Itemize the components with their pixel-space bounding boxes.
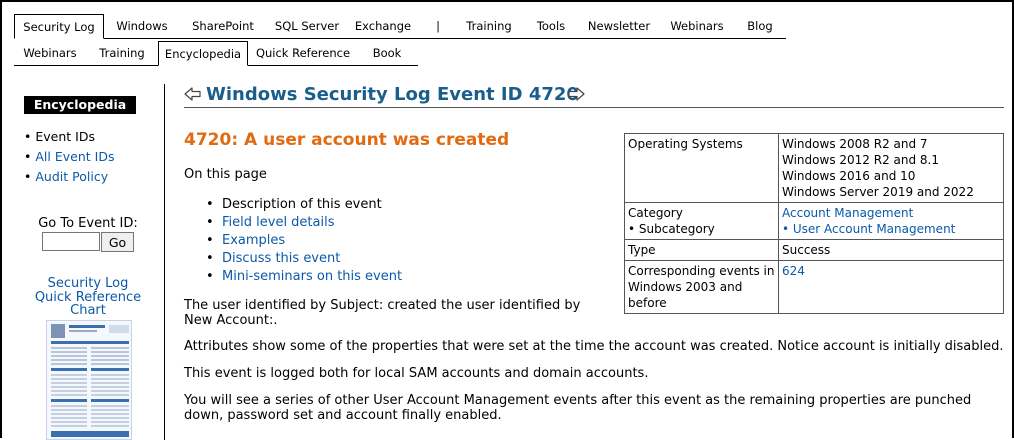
- tab-training[interactable]: Training: [458, 14, 520, 39]
- audit-policy-link[interactable]: Audit Policy: [35, 169, 108, 184]
- sidebar-item-event-ids: Event IDs: [24, 127, 114, 147]
- toc-item-label: Description of this event: [222, 197, 382, 212]
- tab-training-secondary[interactable]: Training: [86, 41, 158, 66]
- corresponding-events-cell: 624: [778, 260, 1004, 314]
- discuss-event-link[interactable]: Discuss this event: [222, 251, 340, 266]
- event-624-link[interactable]: 624: [782, 264, 805, 278]
- tab-quick-reference[interactable]: Quick Reference: [248, 41, 358, 66]
- tab-sql-server[interactable]: SQL Server: [266, 14, 348, 39]
- encyclopedia-badge: Encyclopedia: [24, 96, 136, 114]
- tab-windows[interactable]: Windows: [104, 14, 180, 39]
- page-frame: Security Log Windows SharePoint SQL Serv…: [0, 0, 1014, 440]
- toc-item-mini-seminars[interactable]: Mini-seminars on this event: [208, 268, 402, 286]
- tab-sharepoint[interactable]: SharePoint: [180, 14, 266, 39]
- chart-thumbnail-graphic: [47, 321, 131, 439]
- category-values: Account Management • User Account Manage…: [778, 202, 1004, 240]
- goto-event-label: Go To Event ID:: [38, 216, 138, 231]
- os-value: Windows Server 2019 and 2022: [782, 185, 974, 199]
- all-event-ids-link[interactable]: All Event IDs: [35, 149, 114, 164]
- tab-blog[interactable]: Blog: [738, 14, 782, 39]
- tab-newsletter[interactable]: Newsletter: [582, 14, 656, 39]
- os-value: Windows 2008 R2 and 7: [782, 137, 928, 151]
- tab-webinars[interactable]: Webinars: [656, 14, 738, 39]
- sidebar-item-all-event-ids[interactable]: All Event IDs: [24, 147, 114, 167]
- toc-item-field-details[interactable]: Field level details: [208, 214, 402, 232]
- description-paragraph: The user identified by Subject: created …: [184, 298, 581, 328]
- attributes-paragraph: Attributes show some of the properties t…: [184, 339, 1004, 354]
- corresponding-events-label: Corresponding events in Windows 2003 and…: [624, 260, 779, 314]
- category-label: Category: [628, 206, 683, 220]
- tab-tools[interactable]: Tools: [520, 14, 582, 39]
- event-info-table: Operating Systems Windows 2008 R2 and 7 …: [624, 133, 1004, 314]
- tab-encyclopedia[interactable]: Encyclopedia: [158, 41, 248, 66]
- go-button[interactable]: Go: [101, 232, 134, 252]
- sidebar-divider: [164, 84, 165, 440]
- event-id-input[interactable]: [42, 232, 100, 251]
- os-value: Windows 2012 R2 and 8.1: [782, 153, 939, 167]
- toc-item-examples[interactable]: Examples: [208, 232, 402, 250]
- quick-reference-chart-thumbnail[interactable]: [46, 320, 132, 440]
- os-label: Operating Systems: [624, 133, 779, 203]
- nav-separator: |: [436, 19, 440, 33]
- type-value: Success: [778, 239, 1004, 261]
- sidebar-item-label: Event IDs: [35, 129, 95, 144]
- sidebar: Encyclopedia Event IDs All Event IDs Aud…: [14, 84, 165, 440]
- subcategory-label: • Subcategory: [628, 222, 715, 236]
- primary-nav: Security Log Windows SharePoint SQL Serv…: [14, 14, 786, 39]
- page-title: Windows Security Log Event ID 4720: [206, 84, 579, 105]
- os-values: Windows 2008 R2 and 7 Windows 2012 R2 an…: [778, 133, 1004, 203]
- user-account-management-link[interactable]: • User Account Management: [782, 221, 1000, 237]
- followup-events-paragraph: You will see a series of other User Acco…: [184, 393, 972, 423]
- sidebar-menu: Event IDs All Event IDs Audit Policy: [24, 127, 114, 187]
- os-value: Windows 2016 and 10: [782, 169, 916, 183]
- arrow-right-icon[interactable]: [567, 85, 585, 103]
- secondary-nav: Webinars Training Encyclopedia Quick Ref…: [14, 41, 418, 66]
- tab-book[interactable]: Book: [358, 41, 416, 66]
- examples-link[interactable]: Examples: [222, 233, 285, 248]
- category-cell: Category • Subcategory: [624, 202, 779, 240]
- event-heading: 4720: A user account was created: [184, 130, 510, 150]
- toc-item-discuss[interactable]: Discuss this event: [208, 250, 402, 268]
- tab-webinars-secondary[interactable]: Webinars: [14, 41, 86, 66]
- account-management-link[interactable]: Account Management: [782, 205, 1000, 221]
- main-content: Windows Security Log Event ID 4720 4720:…: [184, 84, 1004, 440]
- title-row: Windows Security Log Event ID 4720: [184, 84, 1004, 108]
- type-label: Type: [624, 239, 779, 261]
- arrow-left-icon[interactable]: [184, 85, 202, 103]
- logging-scope-paragraph: This event is logged both for local SAM …: [184, 366, 649, 381]
- on-this-page-label: On this page: [184, 167, 267, 182]
- quick-reference-chart-link[interactable]: Security Log Quick Reference Chart: [28, 277, 148, 318]
- table-row: Category • Subcategory Account Managemen…: [624, 202, 1004, 240]
- table-row: Type Success: [624, 239, 1004, 261]
- mini-seminars-link[interactable]: Mini-seminars on this event: [222, 269, 402, 284]
- table-row: Corresponding events in Windows 2003 and…: [624, 260, 1004, 314]
- title-divider: [184, 107, 1004, 108]
- field-level-details-link[interactable]: Field level details: [222, 215, 335, 230]
- table-of-contents: Description of this event Field level de…: [208, 196, 402, 286]
- tab-exchange[interactable]: Exchange: [348, 14, 418, 39]
- tab-security-log[interactable]: Security Log: [14, 14, 104, 39]
- sidebar-item-audit-policy[interactable]: Audit Policy: [24, 167, 114, 187]
- toc-item-description: Description of this event: [208, 196, 402, 214]
- table-row: Operating Systems Windows 2008 R2 and 7 …: [624, 133, 1004, 203]
